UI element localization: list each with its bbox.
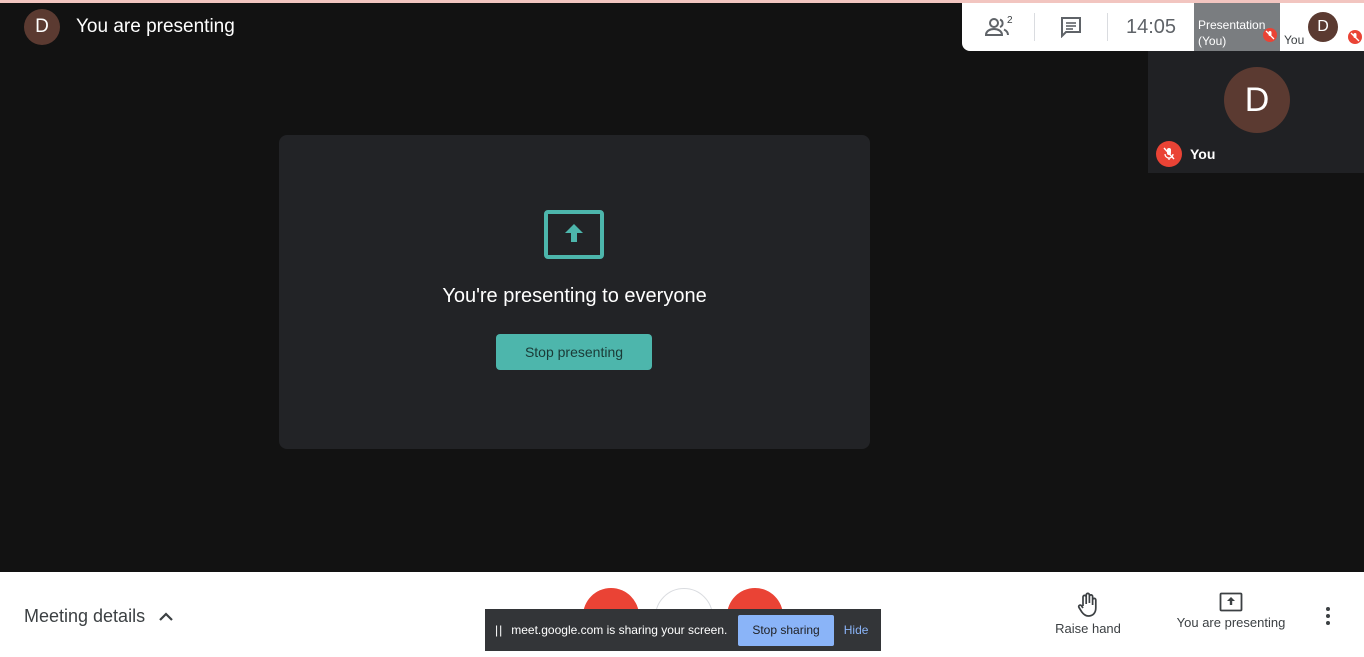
meeting-details-label: Meeting details xyxy=(24,606,146,626)
screen-share-notice: || meet.google.com is sharing your scree… xyxy=(485,609,881,651)
presenting-header: D You are presenting xyxy=(24,9,235,45)
presenting-card: You're presenting to everyone Stop prese… xyxy=(279,135,870,449)
self-tile-avatar: D xyxy=(1224,67,1290,133)
presenting-message: You're presenting to everyone xyxy=(442,285,707,307)
self-thumb-label: You xyxy=(1284,33,1305,47)
self-thumbnail[interactable]: D You xyxy=(1280,3,1364,51)
self-thumb-avatar: D xyxy=(1308,12,1338,42)
chat-icon xyxy=(1061,17,1081,38)
people-count-badge: 2 xyxy=(1007,15,1013,26)
meeting-details-button[interactable]: Meeting details xyxy=(24,606,173,627)
hide-notice-link[interactable]: Hide xyxy=(844,623,869,637)
hand-icon xyxy=(1077,592,1097,617)
mic-off-icon xyxy=(1348,30,1362,49)
self-video-tile[interactable]: D You xyxy=(1148,51,1364,173)
presenting-title: You are presenting xyxy=(76,16,235,37)
more-vert-icon xyxy=(1326,607,1330,625)
self-tile-name: You xyxy=(1190,146,1216,162)
clock: 14:05 xyxy=(1125,15,1177,38)
presentation-thumbnail[interactable]: Presentation (You) xyxy=(1194,3,1280,51)
people-button[interactable]: 2 xyxy=(962,3,1034,51)
raise-hand-button[interactable]: Raise hand xyxy=(1046,592,1130,636)
chevron-up-icon xyxy=(159,612,173,621)
more-options-button[interactable] xyxy=(1325,606,1331,631)
share-notice-message: meet.google.com is sharing your screen. xyxy=(511,623,728,637)
user-avatar: D xyxy=(24,9,60,45)
raise-hand-label: Raise hand xyxy=(1055,621,1121,636)
top-right-panel: 2 14:05 Presentation (You) D You xyxy=(962,3,1364,51)
you-are-presenting-label: You are presenting xyxy=(1176,615,1286,630)
present-screen-icon xyxy=(544,210,604,264)
you-are-presenting-button[interactable]: You are presenting xyxy=(1168,592,1294,630)
present-screen-icon xyxy=(1219,592,1243,612)
stop-sharing-button[interactable]: Stop sharing xyxy=(738,614,834,646)
stop-presenting-button[interactable]: Stop presenting xyxy=(496,334,652,370)
chat-button[interactable] xyxy=(1035,3,1107,51)
mic-off-icon xyxy=(1263,28,1277,47)
mic-off-icon xyxy=(1156,141,1182,167)
pause-icon: || xyxy=(495,623,504,637)
